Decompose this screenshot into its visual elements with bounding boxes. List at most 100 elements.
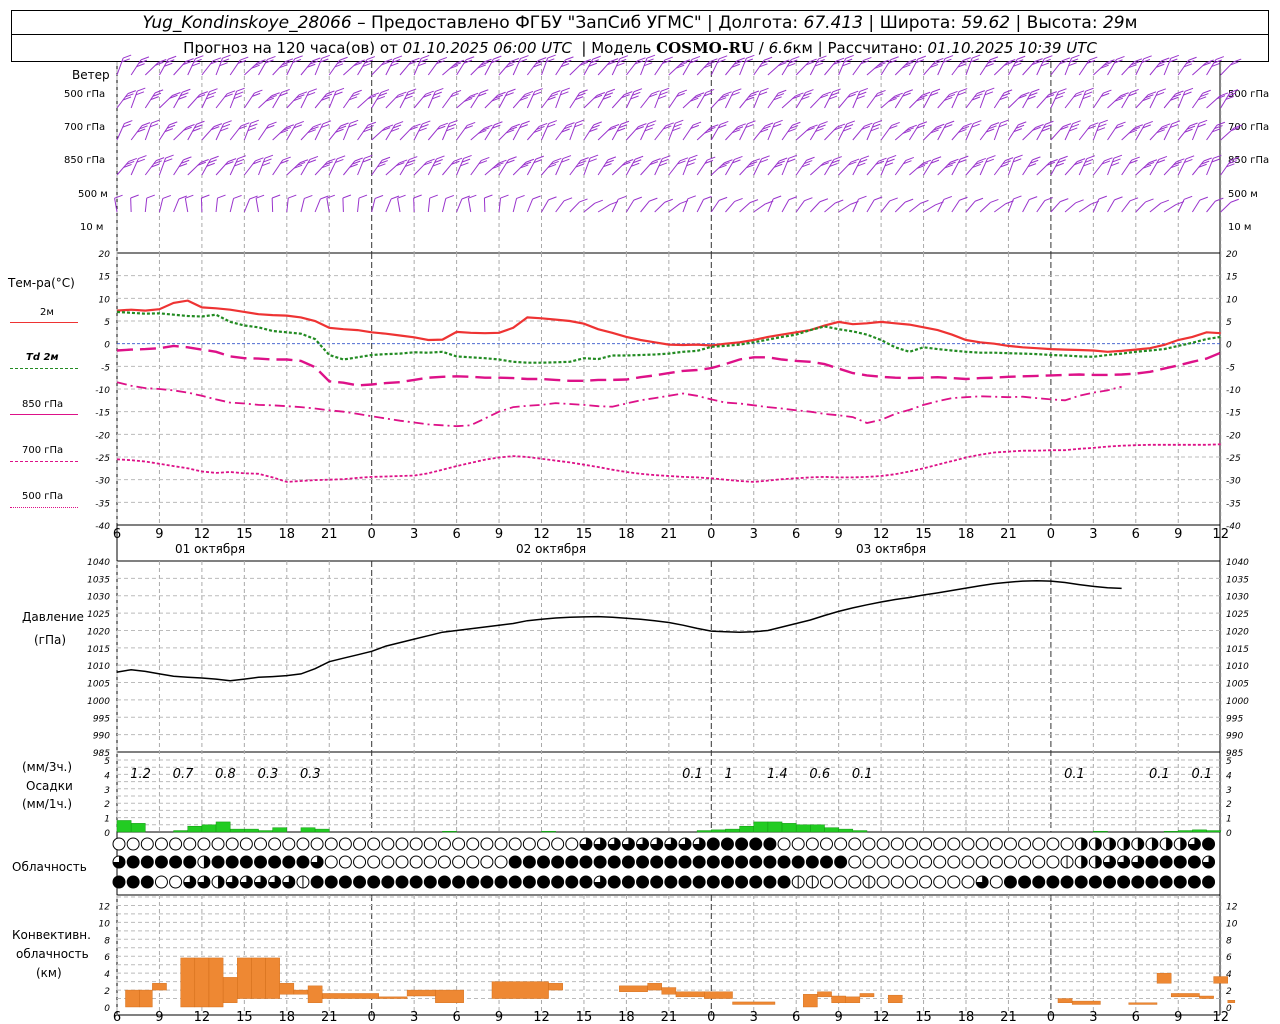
wind-barb-feather [327,158,336,163]
wind-barb-feather [819,121,828,126]
wind-barb-staff [668,123,676,141]
wind-barb-feather [1160,199,1170,204]
wind-barb [809,198,829,213]
wind-barb-staff [979,90,987,109]
wind-barb-staff [243,123,252,141]
cloud-cover-symbol [1117,855,1131,869]
cloud-cover-symbol [848,837,862,851]
conv-bar [803,994,818,1008]
cloud-circle [338,855,352,869]
wind-barb [1135,198,1154,213]
cloud-cover-symbol [876,837,890,851]
wind-barb-feather [1103,89,1112,94]
cloud-cover-symbol [1032,837,1046,851]
wind-barb-staff [809,94,824,109]
wind-barb-staff [1064,123,1074,141]
cloud-circle [876,855,890,869]
cloud-circle [409,855,423,869]
cloud-circle [423,837,437,851]
wind-barb-feather [146,194,155,199]
wind-barb-staff [838,93,851,109]
wind-barb-feather [321,54,331,59]
pressure-y-tick: 1040 [87,558,110,568]
cloud-circle [1159,855,1173,869]
wind-barb-staff [173,61,187,76]
cloud-half [1095,838,1102,850]
x-tick-label: 12 [194,1010,211,1024]
cloud-cover-symbol [805,855,819,869]
temp-y-tick: -10 [95,386,110,396]
cloud-cover-symbol [381,875,395,889]
conv-bar [831,995,846,1003]
cloud-circle [1018,875,1032,889]
wind-barb-feather [199,91,208,96]
cloud-cover-symbol [919,875,933,889]
wind-barb [144,194,155,213]
cloud-cover-symbol [1074,875,1088,889]
wind-barb-feather [547,54,556,59]
wind-barb [1050,57,1071,76]
precip-3h-label: 0.3 [258,767,279,782]
wind-barb-feather [1058,88,1067,93]
cloud-circle [989,855,1003,869]
cloud-circle [112,875,126,889]
wind-barb [130,155,147,176]
wind-barb-staff [1192,160,1205,176]
wind-barb-feather [1106,59,1115,64]
cloud-half [1180,838,1187,850]
wind-barb [1177,122,1198,141]
wind-barb-feather [548,120,557,125]
wind-barb-feather [304,194,313,199]
pressure-y-tick-right: 990 [1226,732,1243,742]
wind-barb [965,157,986,176]
wind-barb-staff [1092,92,1104,109]
cloud-circle [692,875,706,889]
precip-y-tick-right: 1 [1226,815,1232,825]
cloud-circle [975,837,989,851]
wind-barb [442,157,463,176]
conv-y-tick: 2 [104,987,110,997]
wind-barb [555,155,572,176]
wind-barb-feather [582,59,591,63]
cloud-cover-symbol [820,875,833,889]
wind-barb-staff [413,161,428,176]
conv-bar [237,957,252,999]
wind-barb-feather [393,55,403,60]
cloud-circle [381,855,395,869]
wind-barb-staff [385,198,392,213]
wind-barb [1107,55,1125,76]
precip-bar [116,820,132,833]
cloud-circle [664,855,678,869]
wind-barb-staff [654,59,666,76]
x-tick-label: 18 [618,527,635,542]
x-tick-label: 18 [958,527,975,542]
wind-barb [1022,58,1043,76]
cloud-cover-symbol [834,855,848,869]
temp-y-tick: 15 [99,273,111,283]
wind-barb [399,156,418,176]
wind-barb [159,121,178,141]
wind-barb [371,194,384,213]
precip-bar [824,827,839,833]
cloud-half [1109,838,1116,850]
cloud-cover-symbol [381,855,395,869]
wind-barb-feather [651,90,660,95]
wind-barb [894,58,917,76]
wind-barb-feather [1044,197,1053,202]
wind-barb-feather [649,197,658,202]
wind-barb-staff [512,94,526,109]
wind-barb-feather [760,87,769,92]
cloud-circle [296,837,310,851]
x-tick-label: 9 [835,527,843,542]
cloud-circle [834,855,848,869]
wind-barb-feather [734,197,743,202]
wind-barb [300,57,321,76]
wind-barb [229,87,245,109]
cloud-cover-symbol [678,855,692,869]
wind-barb-staff [1078,158,1088,176]
cloud-circle [593,855,607,869]
wind-barb-feather [1183,195,1193,200]
wind-barb [512,194,525,213]
x-tick-label: 12 [533,527,550,542]
cloud-cover-symbol [947,837,961,851]
